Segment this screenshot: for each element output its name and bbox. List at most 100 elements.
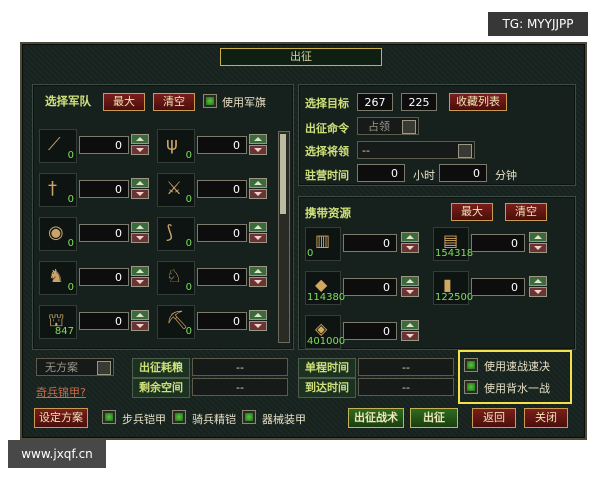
decrease-arrow-icon[interactable] bbox=[131, 277, 149, 287]
increase-arrow-icon[interactable] bbox=[529, 232, 547, 242]
unit-quantity-input[interactable]: 0 bbox=[79, 268, 129, 286]
watermark-bottom-left: www.jxqf.cn bbox=[8, 440, 106, 468]
resources-heading: 携带资源 bbox=[305, 206, 351, 220]
infantry-armor-checkbox[interactable] bbox=[102, 410, 116, 424]
unit-quantity-input[interactable]: 0 bbox=[197, 312, 247, 330]
target-y-input[interactable]: 225 bbox=[401, 93, 437, 111]
decrease-arrow-icon[interactable] bbox=[249, 145, 267, 155]
decrease-arrow-icon[interactable] bbox=[131, 189, 149, 199]
dropdown-icon[interactable] bbox=[458, 144, 472, 158]
set-plan-button[interactable]: 设定方案 bbox=[34, 408, 88, 428]
decrease-arrow-icon[interactable] bbox=[131, 233, 149, 243]
depart-button[interactable]: 出征 bbox=[410, 408, 458, 428]
unit-quantity-input[interactable]: 0 bbox=[79, 136, 129, 154]
resource-count: 401000 bbox=[307, 336, 346, 347]
siege-armor-label: 器械装甲 bbox=[262, 413, 306, 426]
back-button[interactable]: 返回 bbox=[472, 408, 516, 428]
resource-quantity-input[interactable]: 0 bbox=[343, 234, 397, 252]
increase-arrow-icon[interactable] bbox=[529, 276, 547, 286]
target-label: 选择目标 bbox=[305, 97, 349, 110]
odd-armor-link[interactable]: 奇兵锦甲? bbox=[36, 384, 86, 400]
cost-value: -- bbox=[192, 358, 288, 376]
use-flag-checkbox[interactable] bbox=[203, 94, 217, 108]
unit-count: 0 bbox=[185, 238, 192, 249]
dropdown-icon[interactable] bbox=[97, 361, 111, 375]
general-select[interactable]: -- bbox=[357, 141, 475, 159]
cavalry-armor-checkbox[interactable] bbox=[172, 410, 186, 424]
army-scrollbar[interactable] bbox=[278, 131, 290, 343]
siege-armor-checkbox[interactable] bbox=[242, 410, 256, 424]
cost-label: 出征耗粮 bbox=[132, 358, 190, 378]
spear-unit-slot: ⟋ 0 bbox=[39, 129, 77, 163]
decrease-arrow-icon[interactable] bbox=[529, 243, 547, 253]
unit-count: 0 bbox=[67, 238, 74, 249]
decrease-arrow-icon[interactable] bbox=[401, 331, 419, 341]
increase-arrow-icon[interactable] bbox=[401, 232, 419, 242]
resources-max-button[interactable]: 最大 bbox=[451, 203, 493, 221]
decrease-arrow-icon[interactable] bbox=[131, 145, 149, 155]
shield-icon: ◉ bbox=[48, 222, 64, 243]
unit-count: 0 bbox=[185, 326, 192, 337]
dialog-title: 出征 bbox=[220, 48, 382, 66]
increase-arrow-icon[interactable] bbox=[249, 310, 267, 320]
decrease-arrow-icon[interactable] bbox=[249, 321, 267, 331]
increase-arrow-icon[interactable] bbox=[131, 266, 149, 276]
army-max-button[interactable]: 最大 bbox=[103, 93, 145, 111]
unit-count: 0 bbox=[185, 150, 192, 161]
target-panel: 选择目标 267 225 收藏列表 出征命令 占领 选择将领 -- 驻营时间 0… bbox=[298, 84, 576, 186]
increase-arrow-icon[interactable] bbox=[249, 178, 267, 188]
increase-arrow-icon[interactable] bbox=[131, 178, 149, 188]
increase-arrow-icon[interactable] bbox=[249, 266, 267, 276]
decrease-arrow-icon[interactable] bbox=[249, 189, 267, 199]
unit-quantity-input[interactable]: 0 bbox=[79, 312, 129, 330]
resources-clear-button[interactable]: 清空 bbox=[505, 203, 547, 221]
use-flag-label: 使用军旗 bbox=[222, 96, 266, 109]
hours-input[interactable]: 0 bbox=[357, 164, 405, 182]
decrease-arrow-icon[interactable] bbox=[401, 243, 419, 253]
general-value: -- bbox=[362, 144, 370, 157]
unit-count: 0 bbox=[185, 194, 192, 205]
resource-count: 0 bbox=[307, 248, 314, 259]
minutes-input[interactable]: 0 bbox=[439, 164, 487, 182]
resource-quantity-input[interactable]: 0 bbox=[471, 278, 525, 296]
decrease-arrow-icon[interactable] bbox=[401, 287, 419, 297]
iron-resource-slot: ▮ 122500 bbox=[433, 271, 473, 305]
shield-unit-slot: ◉ 0 bbox=[39, 217, 77, 251]
close-button[interactable]: 关闭 bbox=[524, 408, 568, 428]
armored-horse-icon: ♘ bbox=[166, 266, 183, 287]
increase-arrow-icon[interactable] bbox=[401, 320, 419, 330]
target-x-input[interactable]: 267 bbox=[357, 93, 393, 111]
spear-icon: ⟋ bbox=[48, 134, 61, 155]
army-clear-button[interactable]: 清空 bbox=[153, 93, 195, 111]
dropdown-icon[interactable] bbox=[402, 120, 416, 134]
last-stand-checkbox[interactable] bbox=[464, 380, 478, 394]
favorites-button[interactable]: 收藏列表 bbox=[449, 93, 507, 111]
tactics-button[interactable]: 出征战术 bbox=[348, 408, 404, 428]
resource-quantity-input[interactable]: 0 bbox=[343, 278, 397, 296]
unit-quantity-input[interactable]: 0 bbox=[197, 268, 247, 286]
unit-quantity-input[interactable]: 0 bbox=[79, 224, 129, 242]
decrease-arrow-icon[interactable] bbox=[131, 321, 149, 331]
increase-arrow-icon[interactable] bbox=[249, 134, 267, 144]
resource-quantity-input[interactable]: 0 bbox=[343, 322, 397, 340]
decrease-arrow-icon[interactable] bbox=[529, 287, 547, 297]
scroll-thumb[interactable] bbox=[280, 134, 286, 214]
increase-arrow-icon[interactable] bbox=[131, 310, 149, 320]
increase-arrow-icon[interactable] bbox=[249, 222, 267, 232]
resource-quantity-input[interactable]: 0 bbox=[471, 234, 525, 252]
increase-arrow-icon[interactable] bbox=[401, 276, 419, 286]
order-select[interactable]: 占领 bbox=[357, 117, 419, 135]
decrease-arrow-icon[interactable] bbox=[249, 277, 267, 287]
unit-quantity-input[interactable]: 0 bbox=[197, 136, 247, 154]
decrease-arrow-icon[interactable] bbox=[249, 233, 267, 243]
increase-arrow-icon[interactable] bbox=[131, 134, 149, 144]
siege-unit-slot: ⛫ 847 bbox=[39, 305, 77, 339]
increase-arrow-icon[interactable] bbox=[131, 222, 149, 232]
unit-quantity-input[interactable]: 0 bbox=[197, 180, 247, 198]
space-label: 剩余空间 bbox=[132, 378, 190, 398]
quick-battle-checkbox[interactable] bbox=[464, 358, 478, 372]
unit-quantity-input[interactable]: 0 bbox=[79, 180, 129, 198]
minutes-unit: 分钟 bbox=[495, 169, 517, 182]
unit-quantity-input[interactable]: 0 bbox=[197, 224, 247, 242]
plan-select[interactable]: 无方案 bbox=[36, 358, 114, 376]
